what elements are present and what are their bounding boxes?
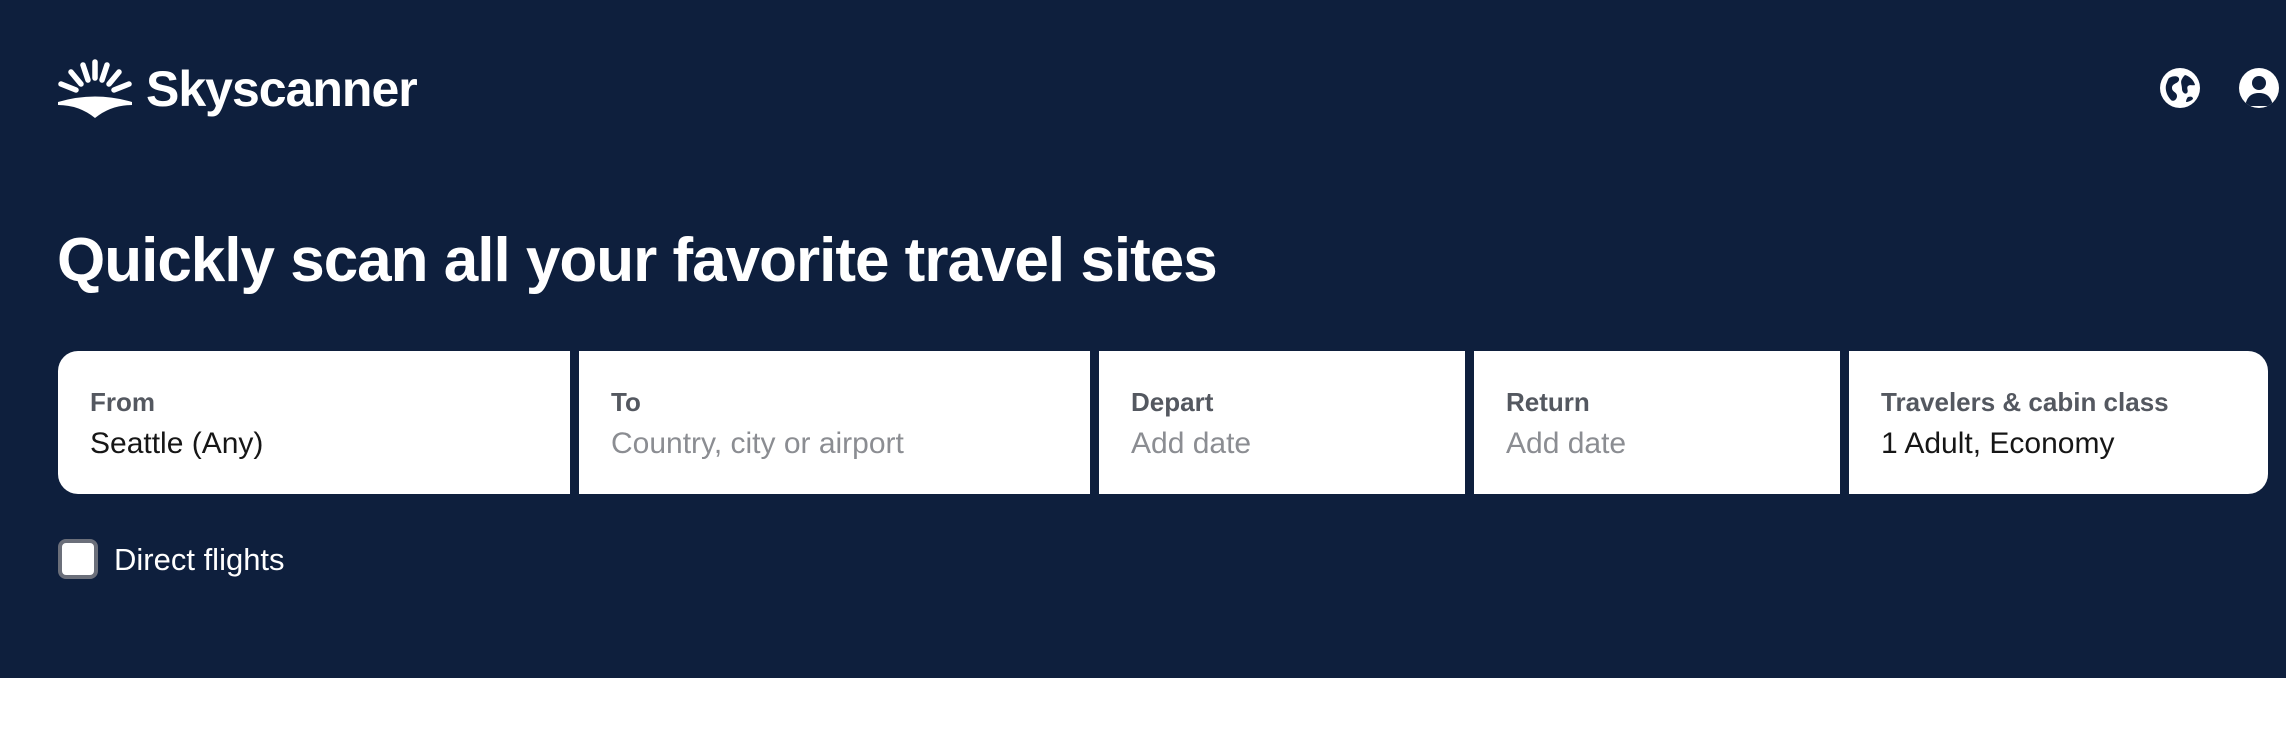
travelers-value: 1 Adult, Economy: [1881, 427, 2115, 461]
skyscanner-logo[interactable]: Skyscanner: [56, 58, 418, 120]
direct-flights-checkbox[interactable]: [58, 539, 98, 579]
from-value: Seattle (Any): [90, 427, 264, 461]
depart-date-field[interactable]: Depart Add date: [1099, 351, 1465, 494]
hero-section: Skyscanner Quickly scan all your favorit…: [0, 0, 2286, 678]
direct-flights-option[interactable]: Direct flights: [58, 539, 285, 579]
return-label: Return: [1506, 387, 1590, 417]
brand-name: Skyscanner: [146, 61, 418, 117]
from-field[interactable]: From Seattle (Any): [58, 351, 570, 494]
direct-flights-label: Direct flights: [114, 541, 285, 577]
globe-icon[interactable]: [2158, 66, 2202, 110]
to-label: To: [611, 387, 641, 417]
to-placeholder: Country, city or airport: [611, 427, 904, 461]
from-label: From: [90, 387, 155, 417]
account-icon[interactable]: [2237, 66, 2281, 110]
return-date-field[interactable]: Return Add date: [1474, 351, 1840, 494]
sunrise-logo-icon: [58, 59, 132, 118]
to-field[interactable]: To Country, city or airport: [579, 351, 1090, 494]
travelers-cabin-field[interactable]: Travelers & cabin class 1 Adult, Economy: [1849, 351, 2268, 494]
return-placeholder: Add date: [1506, 427, 1627, 461]
flight-search-bar: From Seattle (Any) To Country, city or a…: [58, 351, 2268, 494]
page-headline: Quickly scan all your favorite travel si…: [57, 226, 1218, 295]
top-header: Skyscanner: [0, 0, 2286, 180]
depart-label: Depart: [1131, 387, 1214, 417]
depart-placeholder: Add date: [1131, 427, 1252, 461]
travelers-label: Travelers & cabin class: [1881, 387, 2169, 417]
